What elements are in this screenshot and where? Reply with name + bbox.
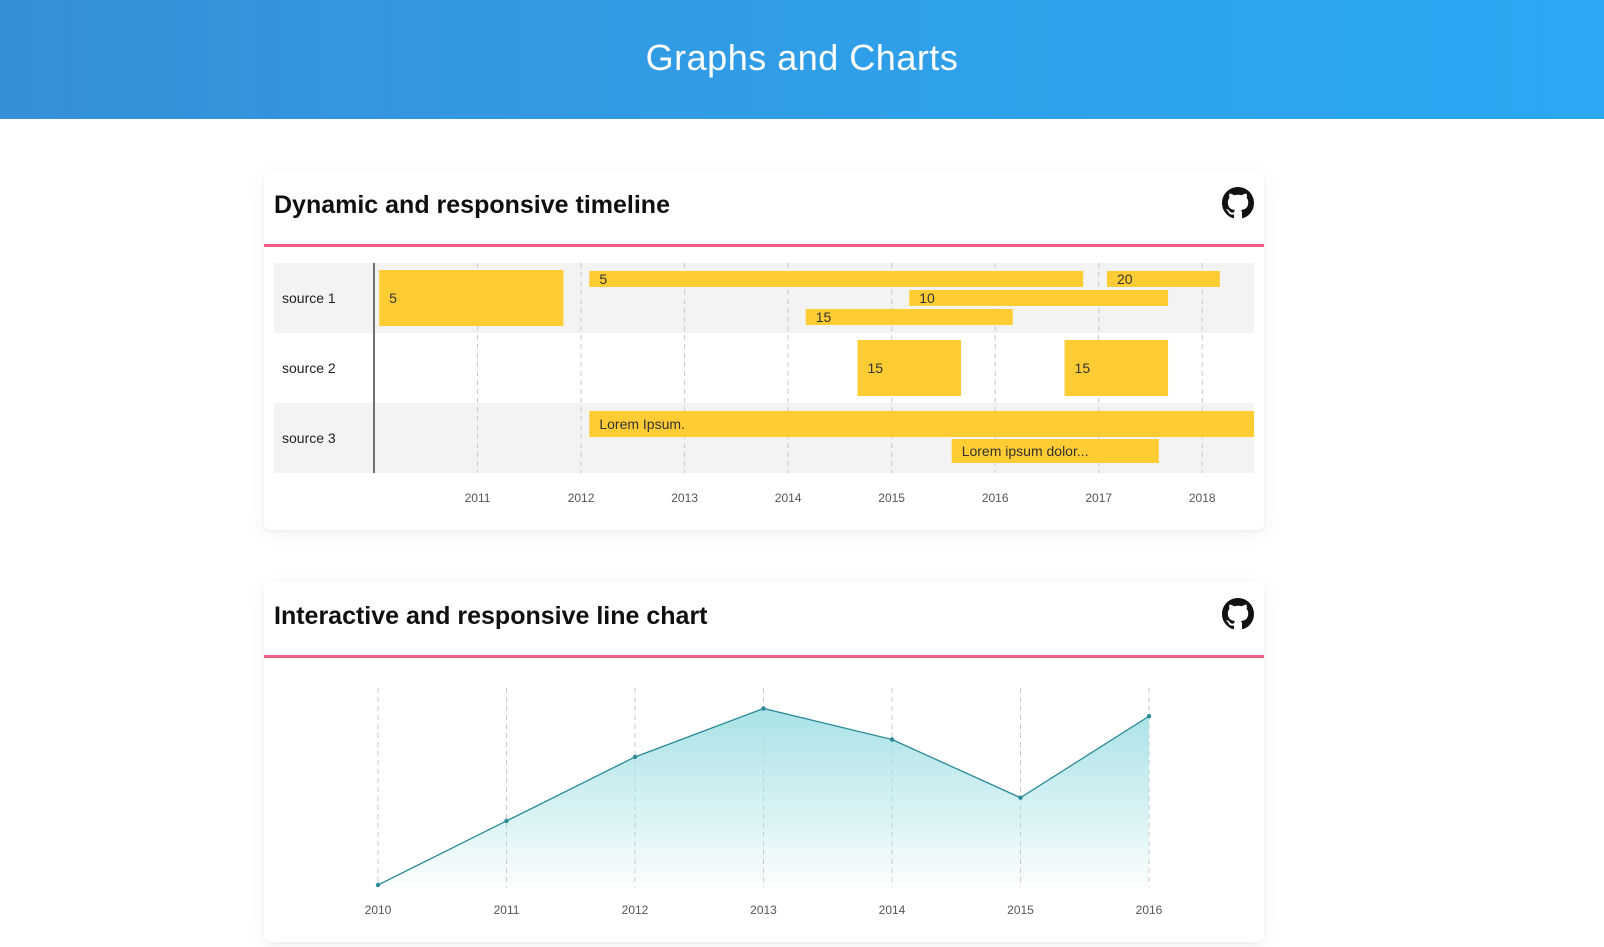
line-chart-card-title: Interactive and responsive line chart <box>274 602 708 630</box>
area-point <box>1018 795 1023 800</box>
area-tick-label: 2012 <box>622 903 649 917</box>
github-icon[interactable] <box>1222 187 1254 219</box>
timeline-chart: source 1 source 2 source 3 2011 2012 2013 2014… <box>274 263 1254 505</box>
timeline-tick-label: 2013 <box>671 491 698 505</box>
timeline-tick-label: 2017 <box>1085 491 1112 505</box>
area-point <box>761 706 766 711</box>
area-tick-label: 2015 <box>1007 903 1034 917</box>
timeline-bar-label: 15 <box>867 360 883 376</box>
timeline-bar-label: 15 <box>816 309 832 325</box>
timeline-bar-label: Lorem Ipsum. <box>599 416 685 432</box>
area-point <box>1146 714 1152 719</box>
area-point <box>375 882 381 888</box>
area-point <box>632 754 638 760</box>
timeline-bar <box>589 271 1084 287</box>
page-title: Graphs and Charts <box>645 36 959 78</box>
area-tick-label: 2013 <box>750 903 777 917</box>
timeline-tick-label: 2018 <box>1189 491 1216 505</box>
area-tick-label: 2011 <box>494 903 520 917</box>
timeline-bar <box>379 270 564 326</box>
timeline-tick-label: 2012 <box>568 491 595 505</box>
timeline-card-header: Dynamic and responsive timeline <box>264 171 1264 247</box>
timeline-card: Dynamic and responsive timeline source 1… <box>264 171 1264 530</box>
area-point <box>889 737 895 742</box>
area-point <box>504 818 509 824</box>
area-tick-label: 2014 <box>879 903 906 917</box>
line-chart-card: Interactive and responsive line chart 20… <box>264 582 1264 942</box>
timeline-bar-label: 5 <box>599 271 607 287</box>
timeline-card-title: Dynamic and responsive timeline <box>274 191 670 219</box>
timeline-row-label: source 1 <box>282 290 336 306</box>
timeline-bar <box>909 290 1169 306</box>
timeline-row-label: source 2 <box>282 360 336 376</box>
timeline-bar-label: 10 <box>919 290 935 306</box>
timeline-bar <box>589 411 1254 437</box>
timeline-bar <box>805 309 1013 325</box>
timeline-tick-label: 2016 <box>982 491 1009 505</box>
github-icon[interactable] <box>1222 598 1254 630</box>
timeline-tick-label: 2014 <box>775 491 802 505</box>
timeline-tick-label: 2015 <box>878 491 905 505</box>
line-chart-card-header: Interactive and responsive line chart <box>264 582 1264 658</box>
timeline-bar-label: 15 <box>1075 360 1091 376</box>
timeline-bar-label: Lorem ipsum dolor... <box>962 443 1089 459</box>
line-chart: 2010 2011 2012 2013 2014 2015 2016 <box>365 688 1163 917</box>
timeline-bar-label: 5 <box>389 290 397 306</box>
timeline-bar-label: 20 <box>1117 271 1133 287</box>
area-fill <box>378 708 1149 885</box>
timeline-row-label: source 3 <box>282 430 336 446</box>
page-header: Graphs and Charts <box>0 0 1604 119</box>
area-tick-label: 2016 <box>1136 903 1163 917</box>
timeline-tick-label: 2011 <box>465 491 491 505</box>
area-tick-label: 2010 <box>365 903 392 917</box>
